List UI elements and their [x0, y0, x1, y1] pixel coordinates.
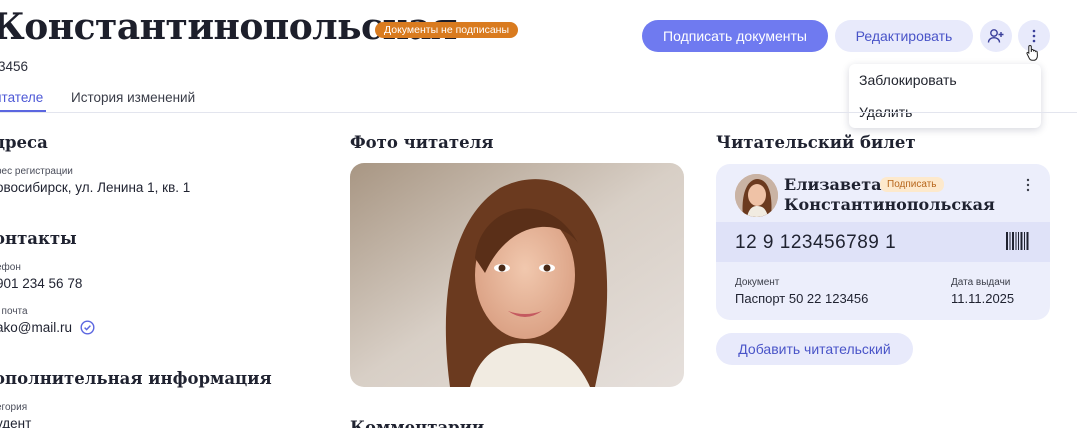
add-library-card-button[interactable]: Добавить читательский: [716, 333, 913, 365]
registration-value: овосибирск, ул. Ленина 1, кв. 1: [0, 180, 191, 195]
card-number: 12 9 123456789 1: [735, 232, 897, 253]
card-first-name: Елизавета: [784, 175, 882, 194]
extra-info-title: ополнительная информация: [0, 369, 272, 388]
issue-date-value: 11.11.2025: [951, 291, 1015, 306]
reader-photo: [350, 163, 684, 387]
verified-check-icon: [80, 320, 95, 335]
category-label: егория: [0, 402, 28, 413]
more-vertical-icon: [1032, 29, 1036, 43]
sign-documents-button[interactable]: Подписать документы: [642, 20, 828, 52]
card-sign-badge[interactable]: Подписать: [880, 177, 944, 192]
card-last-name: Константинопольская: [784, 195, 995, 214]
menu-item-block[interactable]: Заблокировать: [859, 72, 957, 88]
phone-label: ефон: [0, 262, 21, 273]
library-card: Елизавета Подписать Константинопольская …: [716, 164, 1050, 320]
issue-date-label: Дата выдачи: [951, 277, 1011, 288]
active-tab-indicator: [0, 110, 46, 112]
contacts-title: онтакты: [0, 229, 77, 248]
tab-history[interactable]: История изменений: [71, 90, 195, 105]
hand-cursor-icon: [1026, 44, 1038, 61]
document-value: Паспорт 50 22 123456: [735, 291, 869, 306]
registration-label: рес регистрации: [0, 166, 73, 177]
avatar: [735, 174, 778, 217]
addresses-title: дреса: [0, 133, 48, 152]
status-badge: Документы не подписаны: [375, 22, 519, 38]
library-card-title: Читательский билет: [716, 133, 916, 152]
category-value: удент: [0, 416, 32, 428]
card-number-row: 12 9 123456789 1: [716, 222, 1050, 262]
add-person-button[interactable]: [980, 20, 1012, 52]
phone-value: 901 234 56 78: [0, 276, 83, 291]
document-label: Документ: [735, 277, 780, 288]
email-label: . почта: [0, 306, 28, 317]
tab-bar: итателе История изменений: [0, 88, 1077, 113]
barcode-icon: [1006, 232, 1029, 250]
card-header: Елизавета Подписать Константинопольская: [716, 164, 1050, 221]
reader-id: 3456: [0, 59, 29, 74]
edit-button[interactable]: Редактировать: [835, 20, 973, 52]
add-person-icon: [987, 29, 1004, 43]
email-value: ako@mail.ru: [0, 320, 72, 335]
tab-readers[interactable]: итателе: [0, 90, 43, 105]
comments-title: Комментарии: [350, 418, 485, 428]
more-vertical-icon[interactable]: [1022, 177, 1034, 193]
photo-title: Фото читателя: [350, 133, 494, 152]
